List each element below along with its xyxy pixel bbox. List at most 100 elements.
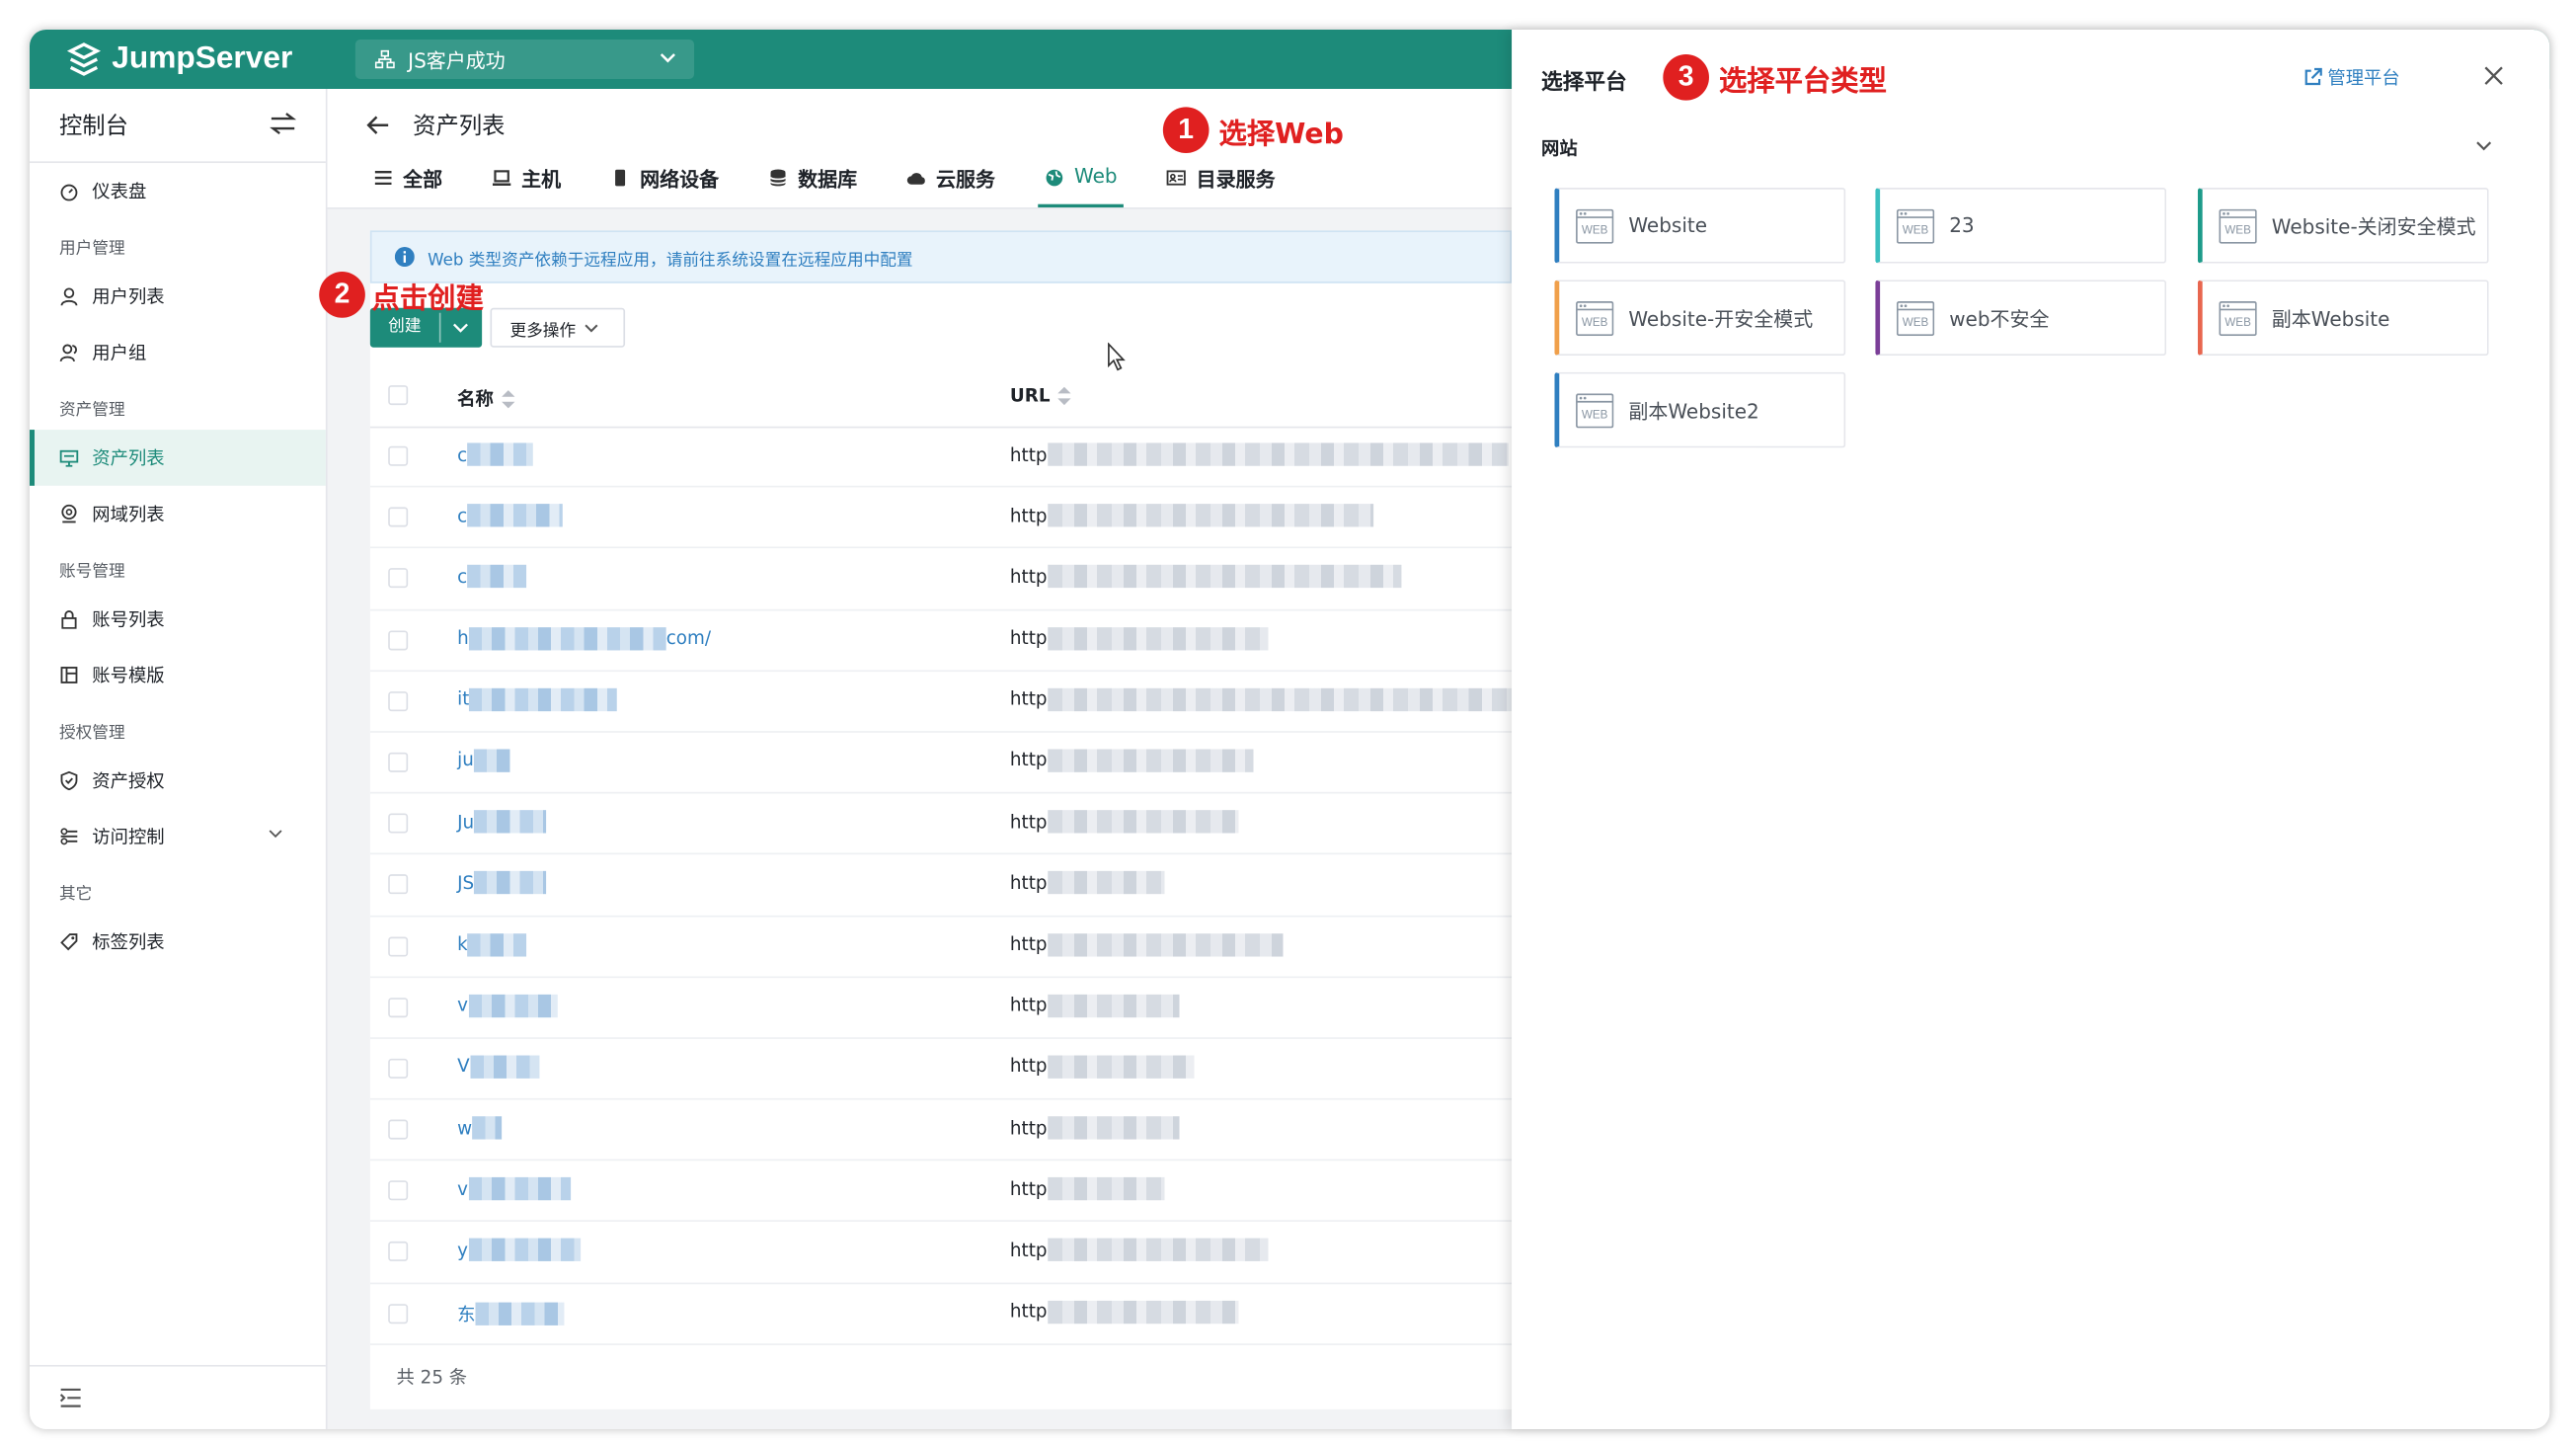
users-icon xyxy=(59,344,77,362)
asset-name-link[interactable]: JS xyxy=(457,871,547,895)
row-checkbox[interactable] xyxy=(388,568,409,589)
row-checkbox[interactable] xyxy=(388,1058,409,1079)
sidebar-item[interactable]: 用户列表 xyxy=(30,269,326,325)
sort-icon[interactable] xyxy=(1057,386,1072,406)
section-website-title: 网站 xyxy=(1541,138,1578,160)
acl-icon xyxy=(60,828,78,845)
asset-name-link[interactable]: v xyxy=(457,1177,571,1201)
table-row: JS http xyxy=(369,855,1513,917)
web-platform-icon: WEB xyxy=(2219,300,2257,336)
more-actions-button[interactable]: 更多操作 xyxy=(490,307,626,348)
tab[interactable]: 主机 xyxy=(492,165,561,207)
tab[interactable]: 全部 xyxy=(373,165,442,207)
asset-name-link[interactable]: w xyxy=(457,1116,503,1140)
asset-name-link[interactable]: ju xyxy=(457,749,510,772)
redacted-block xyxy=(474,871,547,895)
asset-table-card: Web 类型资产依赖于远程应用，请前往系统设置在远程应用中配置 创建 更多操作 … xyxy=(369,230,1513,1409)
row-checkbox[interactable] xyxy=(388,1119,409,1140)
chevron-down-icon[interactable] xyxy=(2475,140,2492,152)
svg-text:WEB: WEB xyxy=(2225,315,2251,328)
row-checkbox[interactable] xyxy=(388,507,409,527)
asset-name-link[interactable]: k xyxy=(457,932,527,956)
row-checkbox[interactable] xyxy=(388,1242,409,1262)
asset-name-link[interactable]: c xyxy=(457,442,533,466)
asset-name-link[interactable]: y xyxy=(457,1239,581,1262)
asset-name-link[interactable]: v xyxy=(457,994,557,1017)
redacted-block xyxy=(1047,687,1512,711)
asset-name-link[interactable]: h com/ xyxy=(457,626,712,650)
dashboard-icon xyxy=(60,184,78,201)
asset-name-link[interactable]: c xyxy=(457,504,563,527)
asset-url: http xyxy=(1010,871,1164,895)
location-icon xyxy=(61,504,77,523)
switch-view-icon[interactable] xyxy=(270,112,296,134)
column-url-label: URL xyxy=(1009,385,1051,407)
asset-url-text: http xyxy=(1009,627,1048,649)
sidebar-item[interactable]: 账号模版 xyxy=(30,647,326,703)
sidebar-item[interactable]: 网域列表 xyxy=(30,486,326,542)
sidebar-item[interactable]: 仪表盘 xyxy=(30,163,326,219)
manage-platform-link[interactable]: 管理平台 xyxy=(2303,64,2400,91)
platform-card[interactable]: WEB Website-开安全模式 xyxy=(1554,280,1846,357)
svg-text:WEB: WEB xyxy=(1903,315,1929,328)
row-checkbox[interactable] xyxy=(388,935,409,956)
row-checkbox[interactable] xyxy=(388,629,409,650)
tab[interactable]: Web xyxy=(1038,165,1125,208)
sidebar-menu: 仪表盘 用户管理 用户列表 用户组 资产管理 资产列表 网域列表 账号管理 账号列表 账号模版 授权… xyxy=(29,163,326,970)
tab[interactable]: 云服务 xyxy=(906,165,995,207)
platform-card[interactable]: WEB 副本Website2 xyxy=(1554,371,1846,448)
sidebar-item[interactable]: 账号列表 xyxy=(30,591,326,647)
platform-card[interactable]: WEB 副本Website xyxy=(2197,280,2489,357)
sidebar-item[interactable]: 资产授权 xyxy=(30,753,326,809)
platform-label: Website xyxy=(1628,213,1708,238)
asset-name-text: y xyxy=(457,1240,469,1261)
platform-card[interactable]: WEB 23 xyxy=(1875,188,2167,264)
row-checkbox[interactable] xyxy=(388,752,409,772)
logo[interactable]: JumpServer xyxy=(66,40,292,79)
asset-name-link[interactable]: c xyxy=(457,565,527,589)
close-icon[interactable] xyxy=(2484,66,2504,86)
sidebar-item[interactable]: 用户组 xyxy=(30,324,326,380)
column-name[interactable]: 名称 xyxy=(457,385,515,412)
asset-name-link[interactable]: Ju xyxy=(457,810,547,834)
asset-url: http xyxy=(1010,994,1179,1017)
asset-name-link[interactable]: it xyxy=(457,687,618,711)
row-checkbox[interactable] xyxy=(388,690,409,711)
tab-label: 云服务 xyxy=(936,168,996,192)
asset-name-link[interactable]: 东 xyxy=(457,1300,565,1326)
tab[interactable]: 网络设备 xyxy=(610,165,719,207)
tab-label: 全部 xyxy=(403,168,443,192)
back-arrow-icon[interactable] xyxy=(366,116,390,135)
table-row: 东 http xyxy=(369,1284,1513,1345)
chevron-down-icon[interactable] xyxy=(452,321,469,334)
platform-card[interactable]: WEB Website xyxy=(1554,188,1846,264)
web-platform-icon: WEB xyxy=(1576,392,1614,428)
collapse-menu-icon[interactable] xyxy=(59,1388,82,1407)
asset-name-tail: com/ xyxy=(665,627,712,649)
asset-name-link[interactable]: V xyxy=(457,1055,539,1079)
row-checkbox[interactable] xyxy=(388,1303,409,1324)
sort-icon[interactable] xyxy=(502,389,515,408)
table-row: k http xyxy=(369,917,1513,978)
table-row: Ju http xyxy=(369,794,1513,855)
sidebar-item-label: 仪表盘 xyxy=(92,181,147,203)
column-url[interactable]: URL xyxy=(1009,385,1072,407)
row-checkbox[interactable] xyxy=(388,1180,409,1201)
org-selector[interactable]: JS客户成功 xyxy=(354,40,695,80)
row-checkbox[interactable] xyxy=(388,874,409,895)
row-checkbox[interactable] xyxy=(388,445,409,466)
platform-card[interactable]: WEB web不安全 xyxy=(1875,280,2167,357)
sidebar-item[interactable]: 访问控制 xyxy=(30,808,326,864)
sidebar-item[interactable]: 标签列表 xyxy=(30,914,326,970)
cloud-icon xyxy=(906,173,925,185)
redacted-block xyxy=(467,932,527,956)
tab[interactable]: 数据库 xyxy=(768,165,857,207)
sidebar-item-label: 账号模版 xyxy=(92,665,165,687)
row-checkbox[interactable] xyxy=(388,997,409,1017)
tab[interactable]: 目录服务 xyxy=(1167,165,1276,207)
sidebar-group-label: 用户管理 xyxy=(58,240,125,259)
row-checkbox[interactable] xyxy=(388,813,409,834)
sidebar-item[interactable]: 资产列表 xyxy=(29,430,326,486)
platform-card[interactable]: WEB Website-关闭安全模式 xyxy=(2197,188,2489,264)
select-all-checkbox[interactable] xyxy=(388,385,409,406)
